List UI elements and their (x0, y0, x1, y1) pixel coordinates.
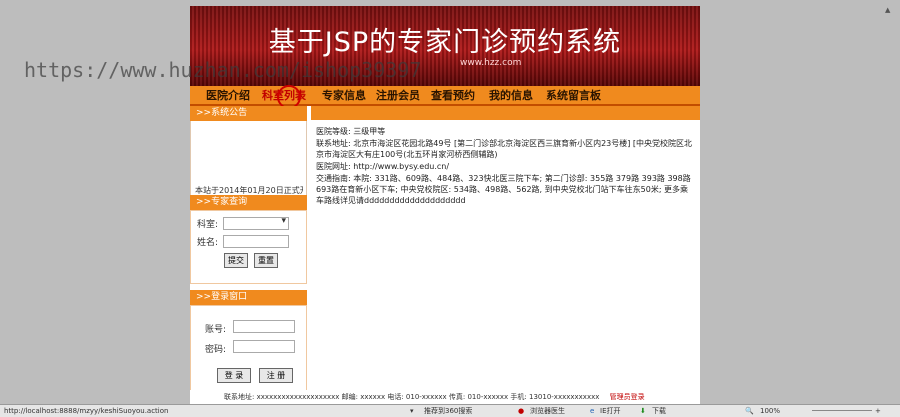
name-label: 姓名: (197, 238, 219, 248)
dept-select[interactable] (223, 216, 289, 230)
search-heading: >>专家查询 (190, 195, 307, 210)
status-app-360[interactable]: 推荐到360搜索 (424, 405, 472, 417)
ie-icon: e (590, 407, 595, 415)
notice-heading: >>系统公告 (190, 106, 307, 121)
hospital-info: 医院等级: 三级甲等 联系地址: 北京市海淀区花园北路49号 [第二门诊部北京海… (316, 126, 696, 207)
password-input[interactable] (233, 340, 295, 353)
content-header-bar (311, 106, 700, 120)
download-icon: ⬇ (640, 407, 646, 415)
main-menu: 医院介绍 科室列表 专家信息 注册会员 查看预约 我的信息 系统留言板 (190, 85, 700, 109)
site-subtitle: www.hzz.com (460, 58, 522, 68)
zoom-slider-track[interactable] (812, 410, 872, 411)
doctor-icon: ● (518, 407, 525, 415)
info-transport: 交通指南: 本院: 331路、609路、484路、323快北医三院下车; 第二门… (316, 174, 691, 205)
watermark-text: https://www.huzhan.com/ishop39397 (24, 58, 422, 82)
zoom-icon: 🔍 (745, 407, 754, 415)
scroll-up-arrow[interactable]: ▲ (885, 6, 890, 14)
submit-button[interactable]: 提交 (224, 253, 248, 268)
register-button[interactable]: 注 册 (259, 368, 293, 383)
main-content: 医院等级: 三级甲等 联系地址: 北京市海淀区花园北路49号 [第二门诊部北京海… (311, 106, 700, 388)
login-button[interactable]: 登 录 (217, 368, 251, 383)
zoom-in-icon[interactable]: + (875, 405, 881, 417)
login-form: 账号: 密码: 登 录 注 册 (190, 305, 307, 399)
sidebar: >>系统公告 本站于2014年01月20日正式开 >>专家查询 科室: 姓名: … (190, 106, 307, 399)
password-label: 密码: (205, 345, 227, 355)
reset-button[interactable]: 重置 (254, 253, 278, 268)
expert-search-form: 科室: 姓名: 提交 重置 (190, 210, 307, 284)
notice-text: 本站于2014年01月20日正式开 (195, 186, 303, 195)
status-app-ie[interactable]: IE打开 (600, 405, 621, 417)
info-level: 医院等级: 三级甲等 (316, 127, 386, 136)
site-title: 基于JSP的专家门诊预约系统 (268, 27, 622, 58)
footer: 联系地址: xxxxxxxxxxxxxxxxxxxx 邮编: xxxxxx 电话… (190, 390, 700, 404)
footer-contact: 联系地址: xxxxxxxxxxxxxxxxxxxx 邮编: xxxxxx 电话… (224, 393, 600, 401)
info-website: 医院网址: http://www.bysy.edu.cn/ (316, 162, 450, 171)
dept-label: 科室: (197, 220, 219, 230)
menu-item-expert-info[interactable]: 专家信息 (322, 87, 366, 103)
menu-item-hospital-intro[interactable]: 医院介绍 (206, 87, 250, 103)
status-zoom[interactable]: 100% (760, 405, 780, 417)
status-app-download[interactable]: 下载 (652, 405, 666, 417)
menu-item-guestbook[interactable]: 系统留言板 (546, 87, 601, 103)
menu-item-register-member[interactable]: 注册会员 (376, 87, 420, 103)
search-360-icon[interactable]: ▾ (410, 405, 414, 417)
info-address: 联系地址: 北京市海淀区花园北路49号 [第二门诊部北京海淀区西三旗育新小区内2… (316, 139, 693, 159)
status-url: http://localhost:8888/mzyy/keshiSuoyou.a… (4, 407, 169, 415)
notice-box: 本站于2014年01月20日正式开 (190, 121, 307, 195)
browser-status-bar: http://localhost:8888/mzyy/keshiSuoyou.a… (0, 404, 900, 417)
username-label: 账号: (205, 325, 227, 335)
menu-item-my-info[interactable]: 我的信息 (489, 87, 533, 103)
admin-login-link[interactable]: 管理员登录 (610, 393, 645, 401)
login-heading: >>登录窗口 (190, 290, 307, 305)
status-app-doctor[interactable]: 浏览器医生 (530, 405, 565, 417)
username-input[interactable] (233, 320, 295, 333)
name-input[interactable] (223, 235, 289, 248)
menu-item-view-appointments[interactable]: 查看预约 (431, 87, 475, 103)
